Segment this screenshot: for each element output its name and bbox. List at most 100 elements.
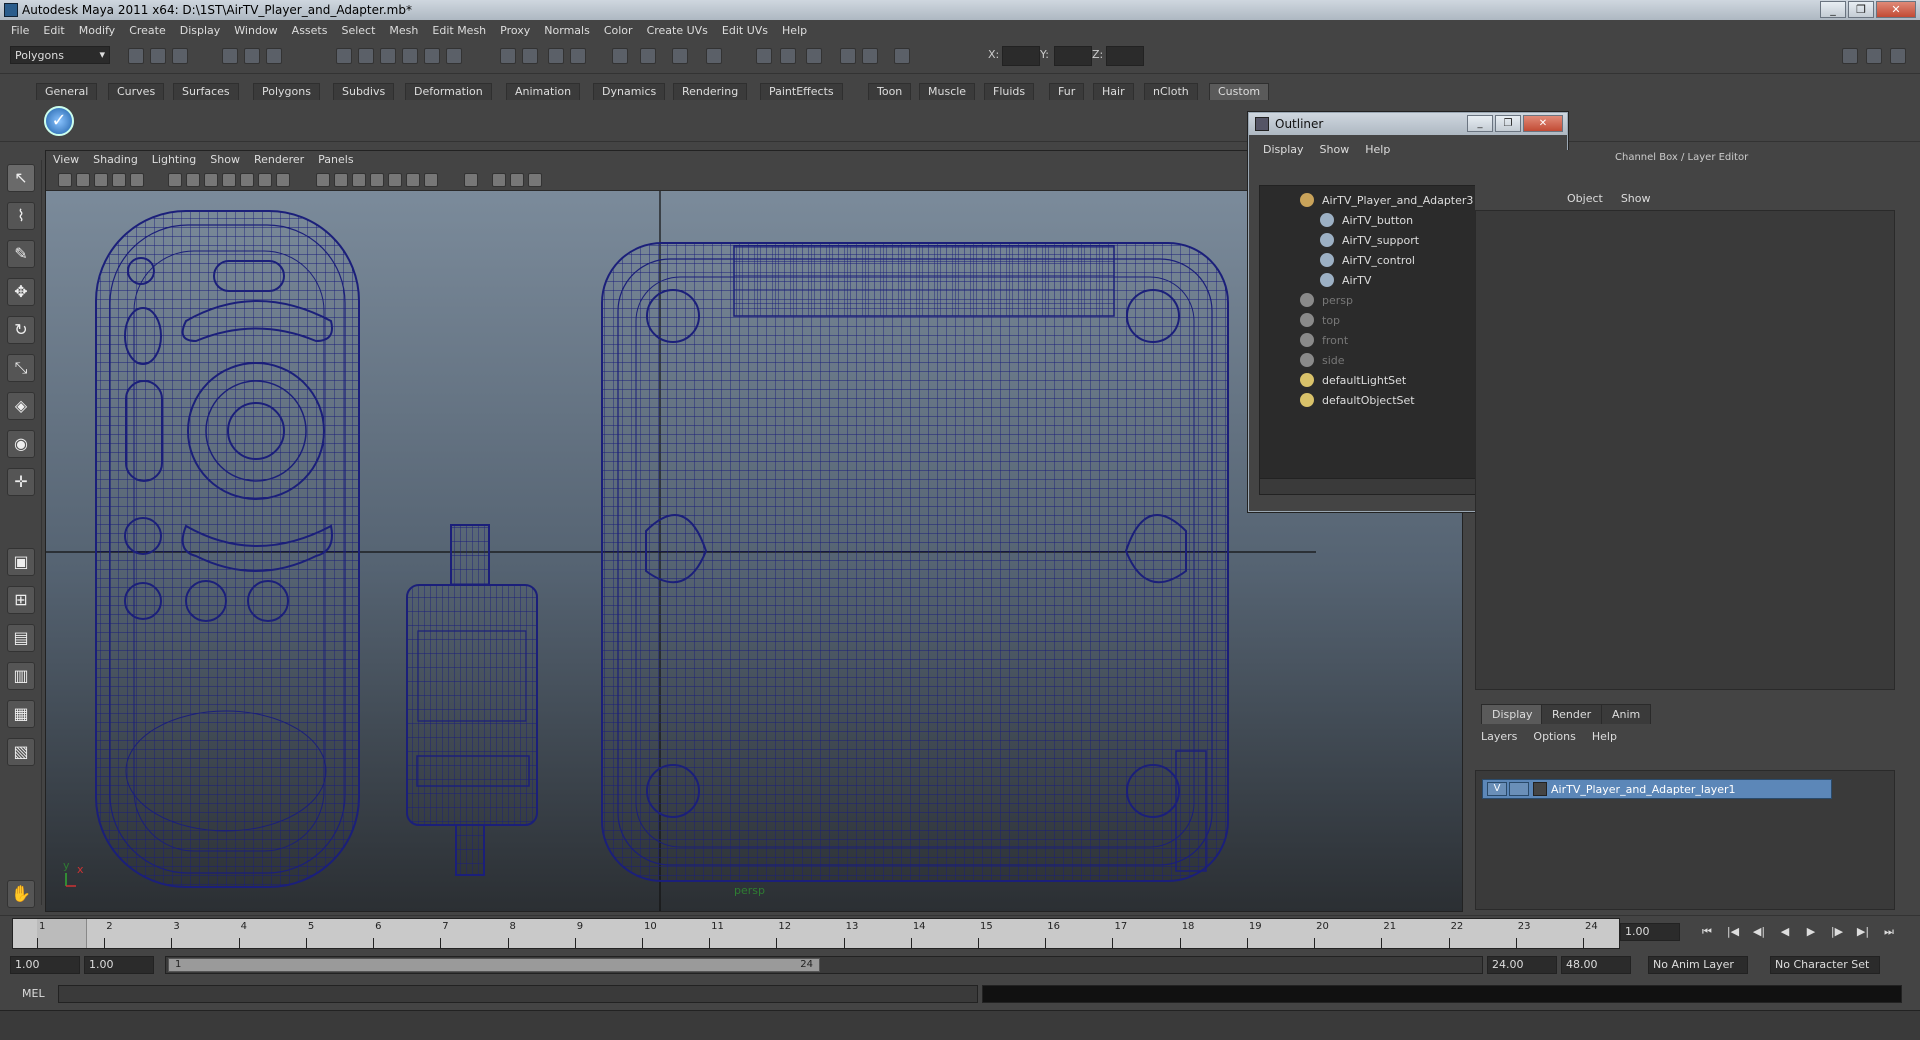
layer-menu-options[interactable]: Options [1533, 730, 1591, 743]
shelf-tab-custom[interactable]: Custom [1209, 83, 1270, 100]
animation-end-field[interactable]: 48.00 [1561, 956, 1631, 974]
grid-toggle-icon[interactable] [168, 173, 182, 187]
playback-end-field[interactable]: 24.00 [1487, 956, 1557, 974]
show-manipulator-icon[interactable]: ✛ [7, 468, 35, 496]
y-input[interactable] [1054, 46, 1092, 66]
film-gate-icon[interactable] [186, 173, 200, 187]
play-backwards-icon[interactable]: ◀ [1776, 924, 1794, 940]
xray-joints-icon[interactable] [510, 173, 524, 187]
layer-menu-layers[interactable]: Layers [1481, 730, 1533, 743]
menu-display[interactable]: Display [173, 24, 228, 37]
viewport-menu-panels[interactable]: Panels [311, 151, 360, 168]
x-input[interactable] [1002, 46, 1040, 66]
time-slider-track[interactable]: 1 2 3 4 5 6 7 8 9 10 11 12 13 14 15 16 17 18 19 20 21 22 23 24 [12, 918, 1620, 949]
shelf-tab-deformation[interactable]: Deformation [405, 83, 492, 100]
layer-tab-display[interactable]: Display [1481, 704, 1544, 724]
shelf-tab-ncloth[interactable]: nCloth [1144, 83, 1198, 100]
channel-box-toggle-icon[interactable] [840, 48, 856, 64]
layout-single-icon[interactable]: ▣ [7, 548, 35, 576]
menu-help[interactable]: Help [775, 24, 814, 37]
menu-color[interactable]: Color [597, 24, 640, 37]
z-input[interactable] [1106, 46, 1144, 66]
layout-hypershade-icon[interactable]: ▦ [7, 700, 35, 728]
shelf-tab-polygons[interactable]: Polygons [253, 83, 320, 100]
anim-layer-dropdown[interactable]: No Anim Layer [1648, 956, 1748, 974]
smooth-shading-icon[interactable] [334, 173, 348, 187]
hand-tool-icon[interactable]: ✋ [7, 880, 35, 908]
soft-modification-icon[interactable]: ◉ [7, 430, 35, 458]
menu-edit-mesh[interactable]: Edit Mesh [425, 24, 493, 37]
wireframe-shading-icon[interactable] [316, 173, 330, 187]
snap-plane-icon[interactable] [402, 48, 418, 64]
range-slider-bar[interactable]: 1 24 [165, 956, 1483, 974]
scale-tool-icon[interactable]: ⤡ [7, 354, 35, 382]
batch-render-icon[interactable] [706, 48, 722, 64]
step-back-key-icon[interactable]: |◀ [1724, 924, 1742, 940]
layer-color-swatch[interactable] [1533, 782, 1547, 796]
shelf-tab-hair[interactable]: Hair [1093, 83, 1134, 100]
menu-create-uvs[interactable]: Create UVs [640, 24, 715, 37]
lasso-tool-icon[interactable]: ⌇ [7, 202, 35, 230]
select-by-hierarchy-icon[interactable] [222, 48, 238, 64]
shelf-tab-general[interactable]: General [36, 83, 98, 100]
render-frame-icon[interactable] [548, 48, 564, 64]
construction-history-icon[interactable] [446, 48, 462, 64]
outliner-menu-display[interactable]: Display [1255, 143, 1312, 156]
menu-edit-uvs[interactable]: Edit UVs [715, 24, 775, 37]
viewport-menu-view[interactable]: View [46, 151, 86, 168]
menu-select[interactable]: Select [334, 24, 382, 37]
layout-persp-graph-icon[interactable]: ▧ [7, 738, 35, 766]
attribute-editor-toggle-icon[interactable] [780, 48, 796, 64]
xray-icon[interactable] [492, 173, 506, 187]
step-forward-frame-icon[interactable]: |▶ [1828, 924, 1846, 940]
outliner-restore-button[interactable]: ❐ [1495, 115, 1521, 132]
select-by-component-icon[interactable] [266, 48, 282, 64]
panel-layout-icon[interactable] [1842, 48, 1858, 64]
shelf-tab-animation[interactable]: Animation [506, 83, 581, 100]
display-layer-row[interactable]: V AirTV_Player_and_Adapter_layer1 [1482, 779, 1832, 799]
command-language-label[interactable]: MEL [22, 987, 45, 1000]
layer-tab-anim[interactable]: Anim [1601, 704, 1652, 724]
layer-visibility-toggle[interactable]: V [1487, 782, 1507, 796]
wireframe-on-shaded-icon[interactable] [352, 173, 366, 187]
outliner-close-button[interactable]: ✕ [1523, 115, 1563, 132]
output-ops-icon[interactable] [522, 48, 538, 64]
outliner-menu-show[interactable]: Show [1312, 143, 1358, 156]
outliner-minimize-button[interactable]: _ [1467, 115, 1493, 132]
move-tool-icon[interactable]: ✥ [7, 278, 35, 306]
tool-settings-toggle-icon[interactable] [806, 48, 822, 64]
make-live-icon[interactable] [424, 48, 440, 64]
menu-assets[interactable]: Assets [285, 24, 335, 37]
shelf-tab-rendering[interactable]: Rendering [673, 83, 748, 100]
default-lighting-icon[interactable] [388, 173, 402, 187]
viewport-menu-renderer[interactable]: Renderer [247, 151, 311, 168]
shelf-tab-surfaces[interactable]: Surfaces [173, 83, 239, 100]
shelf-tab-painteffects[interactable]: PaintEffects [760, 83, 843, 100]
paint-select-tool-icon[interactable]: ✎ [7, 240, 35, 268]
two-d-pan-zoom-icon[interactable] [130, 173, 144, 187]
rotate-tool-icon[interactable]: ↻ [7, 316, 35, 344]
menu-window[interactable]: Window [227, 24, 284, 37]
shelf-tab-toon[interactable]: Toon [868, 83, 912, 100]
shelf-tab-fur[interactable]: Fur [1049, 83, 1085, 100]
snap-point-icon[interactable] [380, 48, 396, 64]
restore-button[interactable]: ❐ [1848, 1, 1874, 18]
image-plane-icon[interactable] [112, 173, 126, 187]
menu-proxy[interactable]: Proxy [493, 24, 537, 37]
menu-modify[interactable]: Modify [72, 24, 122, 37]
ipr-render-icon[interactable] [570, 48, 586, 64]
select-tool-icon[interactable]: ↖ [7, 164, 35, 192]
animation-start-field[interactable]: 1.00 [10, 956, 80, 974]
universal-manipulator-icon[interactable]: ◈ [7, 392, 35, 420]
input-ops-icon[interactable] [500, 48, 516, 64]
custom-shelf-checkmark-icon[interactable]: ✓ [44, 106, 74, 136]
outliner-menu-help[interactable]: Help [1357, 143, 1398, 156]
channel-box-panel[interactable] [1475, 210, 1895, 690]
shelf-tab-subdivs[interactable]: Subdivs [333, 83, 395, 100]
safe-action-icon[interactable] [258, 173, 272, 187]
shelf-tab-muscle[interactable]: Muscle [919, 83, 976, 100]
save-scene-icon[interactable] [172, 48, 188, 64]
minimize-button[interactable]: _ [1820, 1, 1846, 18]
close-button[interactable]: ✕ [1876, 1, 1916, 18]
step-forward-key-icon[interactable]: ▶| [1854, 924, 1872, 940]
